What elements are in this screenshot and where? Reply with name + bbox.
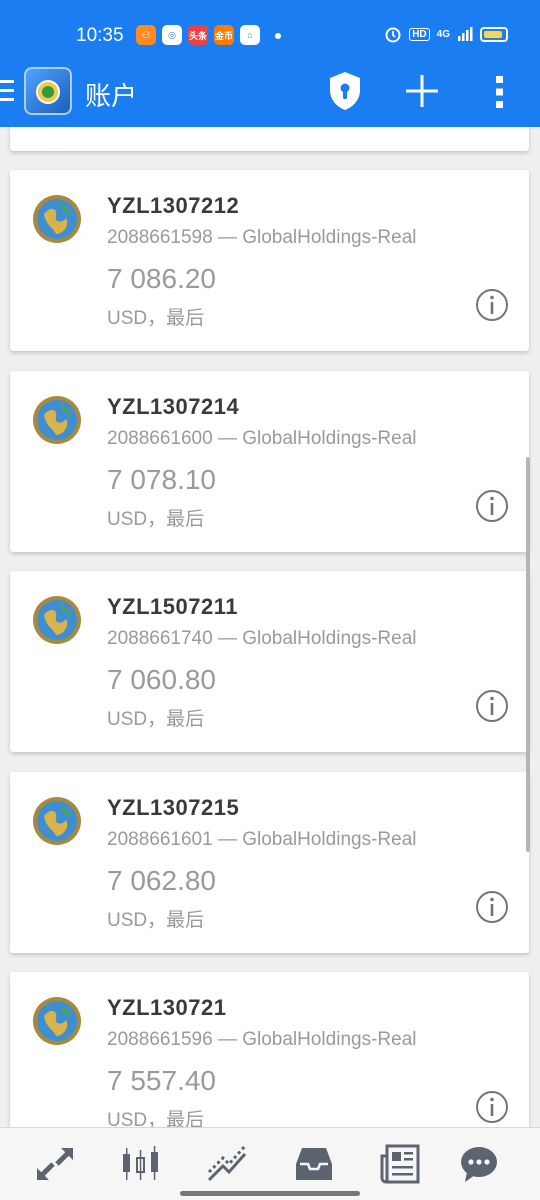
info-icon[interactable]	[475, 1090, 509, 1124]
notification-dot	[275, 33, 281, 39]
account-list[interactable]: YZL1307212 2088661598 — GlobalHoldings-R…	[0, 127, 540, 1127]
globe-icon	[33, 195, 81, 243]
account-balance: 7 062.80	[107, 865, 216, 896]
menu-icon[interactable]	[0, 80, 14, 104]
shield-lock-button[interactable]	[327, 70, 363, 112]
quotes-icon[interactable]	[33, 1142, 77, 1186]
signal-icon	[458, 27, 473, 41]
chat-icon[interactable]	[457, 1142, 501, 1186]
page-title: 账户	[85, 81, 138, 111]
alarm-icon	[385, 27, 401, 43]
trade-icon[interactable]	[205, 1142, 249, 1186]
account-currency: USD，最后	[107, 910, 205, 931]
plus-icon	[406, 75, 438, 107]
info-icon[interactable]	[475, 689, 509, 723]
account-currency: USD，最后	[107, 1110, 205, 1127]
account-server: 2088661601 — GlobalHoldings-Real	[107, 829, 417, 850]
account-balance: 7 086.20	[107, 263, 216, 294]
home-icon: ⌂	[240, 25, 260, 45]
rewards-icon: 金币	[214, 25, 234, 45]
status-time: 10:35	[76, 25, 124, 46]
account-name: YZL1507211	[107, 594, 238, 619]
account-balance: 7 557.40	[107, 1065, 216, 1096]
status-bar: 10:35 ⚇ ◎ 头条 金币 ⌂ HD 4G	[0, 0, 540, 70]
account-card[interactable]: YZL130721 2088661596 — GlobalHoldings-Re…	[10, 972, 529, 1127]
shield-lock-icon	[330, 72, 360, 110]
app-icon: ◎	[162, 25, 182, 45]
account-currency: USD，最后	[107, 308, 205, 329]
account-name: YZL1307214	[107, 394, 240, 419]
account-server: 2088661596 — GlobalHoldings-Real	[107, 1029, 417, 1050]
network-label: 4G	[436, 28, 450, 40]
scrollbar[interactable]	[526, 457, 530, 852]
info-icon[interactable]	[475, 890, 509, 924]
account-name: YZL1307212	[107, 193, 240, 218]
chart-icon[interactable]	[118, 1142, 162, 1186]
account-card[interactable]: YZL1507211 2088661740 — GlobalHoldings-R…	[10, 571, 529, 752]
account-balance: 7 060.80	[107, 664, 216, 695]
system-icons: HD 4G	[384, 25, 508, 43]
globe-icon	[33, 997, 81, 1045]
pinduoduo-icon: ⚇	[136, 25, 156, 45]
add-account-button[interactable]	[405, 74, 439, 108]
globe-icon	[33, 396, 81, 444]
account-balance: 7 078.10	[107, 464, 216, 495]
account-card[interactable]: YZL1307214 2088661600 — GlobalHoldings-R…	[10, 371, 529, 552]
notification-icons: ⚇ ◎ 头条 金币 ⌂	[136, 25, 260, 45]
more-vert-icon	[496, 76, 503, 108]
globe-icon	[33, 596, 81, 644]
news-icon[interactable]	[378, 1142, 422, 1186]
app-logo	[24, 67, 72, 115]
account-server: 2088661600 — GlobalHoldings-Real	[107, 428, 417, 449]
account-card-partial[interactable]	[10, 127, 529, 151]
app-bar: 账户	[0, 62, 540, 124]
battery-icon	[480, 26, 508, 42]
history-icon[interactable]	[292, 1142, 336, 1186]
account-card[interactable]: YZL1307215 2088661601 — GlobalHoldings-R…	[10, 772, 529, 953]
account-server: 2088661598 — GlobalHoldings-Real	[107, 227, 417, 248]
account-name: YZL130721	[107, 995, 227, 1020]
home-indicator[interactable]	[180, 1191, 360, 1196]
bottom-navigation	[0, 1127, 540, 1200]
globe-icon	[33, 797, 81, 845]
hd-badge: HD	[409, 27, 430, 41]
top-bar: 10:35 ⚇ ◎ 头条 金币 ⌂ HD 4G 账户	[0, 0, 540, 127]
account-currency: USD，最后	[107, 509, 205, 530]
info-icon[interactable]	[475, 489, 509, 523]
info-icon[interactable]	[475, 288, 509, 322]
account-card[interactable]: YZL1307212 2088661598 — GlobalHoldings-R…	[10, 170, 529, 351]
account-name: YZL1307215	[107, 795, 240, 820]
account-currency: USD，最后	[107, 709, 205, 730]
account-server: 2088661740 — GlobalHoldings-Real	[107, 628, 417, 649]
more-options-button[interactable]	[490, 74, 510, 110]
toutiao-icon: 头条	[188, 25, 208, 45]
